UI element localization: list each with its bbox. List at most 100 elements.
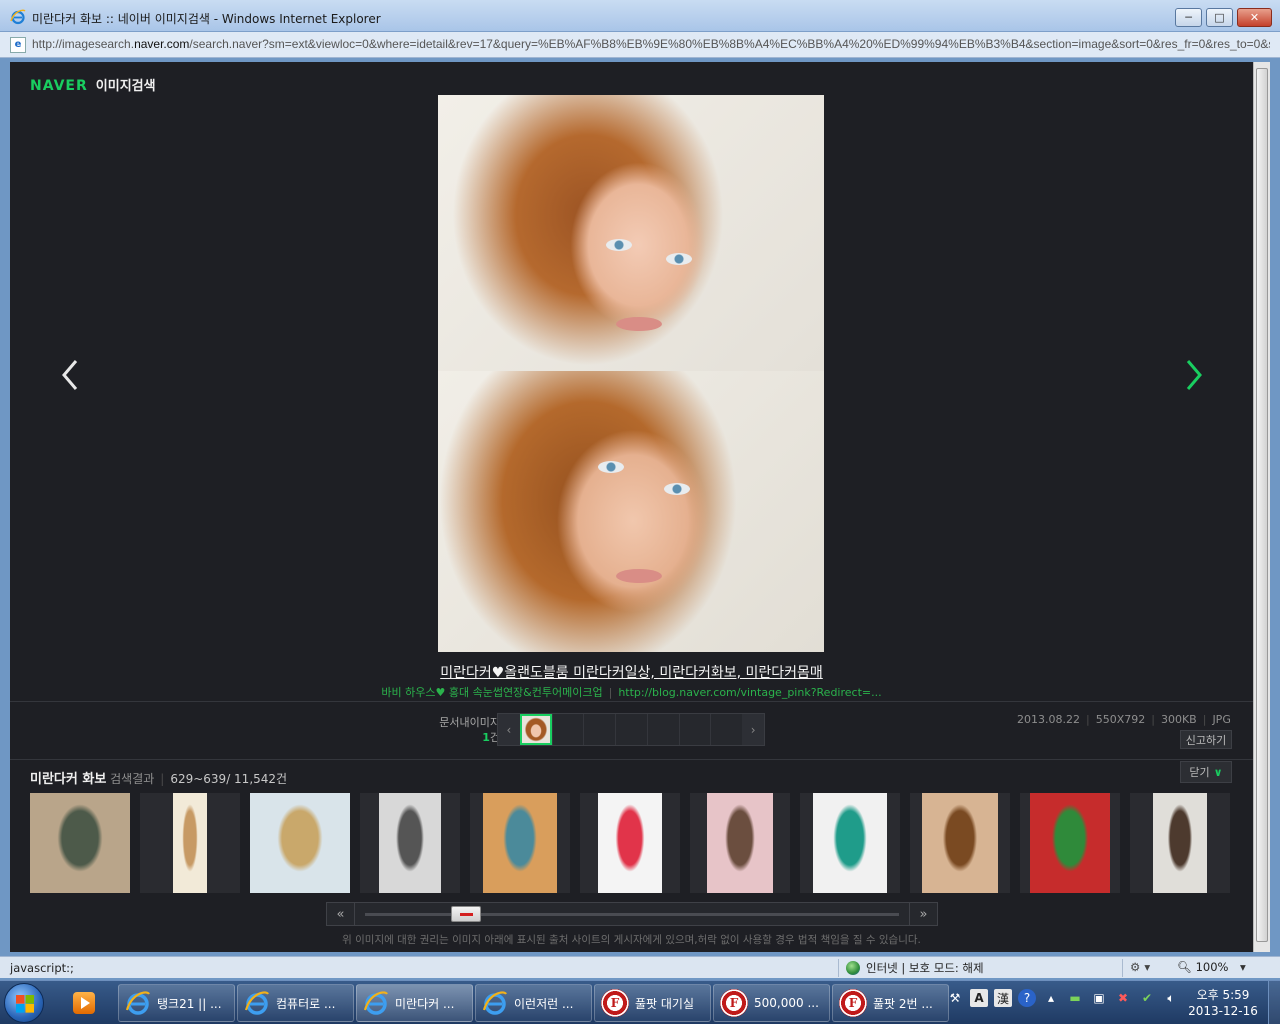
document-title-link[interactable]: 미란다커♥올랜도블룸 미란다커일상, 미란다커화보, 미란다커몸매 <box>440 665 823 681</box>
image-meta: 2013.08.22 | 550X792 | 300KB | JPG <box>1017 713 1231 726</box>
document-image-slot <box>710 714 742 745</box>
document-images-title: 문서내이미지 <box>439 716 500 729</box>
help-icon[interactable]: ? <box>1018 989 1036 1007</box>
slider-last-icon[interactable]: » <box>909 903 937 925</box>
taskbar-task-button[interactable]: F 500,000 ... <box>713 984 830 1022</box>
photo-bottom <box>438 371 824 652</box>
media-player-button[interactable] <box>66 987 102 1019</box>
tray-monitor-icon[interactable]: ▣ <box>1090 989 1108 1007</box>
slider-track[interactable] <box>365 906 899 922</box>
clock-date: 2013-12-16 <box>1188 1004 1258 1018</box>
taskbar-task-button[interactable]: 미란다커 ... <box>356 984 473 1022</box>
zoom-level: 100% <box>1195 960 1229 974</box>
minimize-button[interactable]: ─ <box>1175 8 1202 27</box>
security-zone[interactable]: 인터넷 | 보호 모드: 해제 <box>846 960 984 976</box>
clock[interactable]: 오후 5:59 2013-12-16 <box>1180 987 1266 1019</box>
document-image-slot <box>678 714 711 745</box>
scrollbar-thumb[interactable] <box>1256 68 1268 942</box>
result-thumbnails <box>30 793 1240 893</box>
address-url[interactable]: http://imagesearch.naver.com/search.nave… <box>32 37 1270 51</box>
window-frame-left <box>0 58 10 956</box>
divider <box>10 759 1253 760</box>
result-thumbnail-image <box>922 793 998 893</box>
result-thumbnail[interactable] <box>580 793 680 893</box>
result-thumbnail-image <box>250 793 350 893</box>
document-image-thumb[interactable] <box>519 714 552 745</box>
show-desktop-button[interactable] <box>1268 981 1280 1024</box>
volume-icon[interactable]: 🔈︎ <box>1162 989 1180 1007</box>
tray-app-icon[interactable]: ▬ <box>1066 989 1084 1007</box>
network-disconnected-icon[interactable]: ✖ <box>1114 989 1132 1007</box>
source-separator: | <box>608 686 613 699</box>
tray-expand-icon[interactable]: ▴ <box>1042 989 1060 1007</box>
result-thumbnail-image <box>483 793 557 893</box>
close-window-button[interactable]: ✕ <box>1237 8 1272 27</box>
taskbar-task-button[interactable]: 탱크21 || ... <box>118 984 235 1022</box>
previous-image-arrow-icon[interactable] <box>58 357 82 393</box>
url-prefix: http://imagesearch. <box>32 37 135 51</box>
document-images-label: 문서내이미지 1건 <box>420 715 500 745</box>
naver-logo[interactable]: NAVER 이미지검색 <box>30 75 156 94</box>
image-format: JPG <box>1212 713 1231 726</box>
document-images-strip: ‹ › <box>497 713 765 746</box>
shield-icon: ⚙ <box>1130 960 1141 974</box>
taskbar-task-label: 컴퓨터로 ... <box>276 996 336 1011</box>
strip-next-arrow-icon[interactable]: › <box>742 714 765 745</box>
result-thumbnail[interactable] <box>250 793 350 893</box>
result-thumbnail[interactable] <box>140 793 240 893</box>
taskbar-task-label: 풀팟 2번 ... <box>873 996 933 1011</box>
taskbar-task-button[interactable]: 이런저런 ... <box>475 984 592 1022</box>
results-header: 미란다커 화보 검색결과 | 629~639/ 11,542건 <box>30 772 288 787</box>
ime-hanja-icon[interactable]: 漢 <box>994 989 1012 1007</box>
image-filesize: 300KB <box>1160 713 1197 726</box>
dropdown-arrow-icon: ▾ <box>1144 960 1151 974</box>
ime-english-icon[interactable]: A <box>970 989 988 1007</box>
result-thumbnail[interactable] <box>30 793 130 893</box>
internet-explorer-icon <box>125 991 150 1015</box>
service-name[interactable]: 이미지검색 <box>96 75 156 94</box>
result-thumbnail[interactable] <box>360 793 460 893</box>
main-image[interactable] <box>438 95 824 652</box>
results-suffix: 검색결과 <box>106 772 155 786</box>
slider-handle[interactable] <box>451 906 481 922</box>
taskbar-task-button[interactable]: F 풀팟 2번 ... <box>832 984 949 1022</box>
result-thumbnail[interactable] <box>910 793 1010 893</box>
taskbar-task-label: 풀팟 대기실 <box>635 996 695 1011</box>
document-image-slot <box>551 714 584 745</box>
next-image-arrow-icon[interactable] <box>1182 357 1206 393</box>
naver-wordmark[interactable]: NAVER <box>30 78 88 94</box>
close-results-button[interactable]: 닫기 ∨ <box>1180 761 1232 783</box>
start-button[interactable] <box>4 983 44 1023</box>
chevron-down-icon: ∨ <box>1213 765 1223 779</box>
taskbar-task-button[interactable]: 컴퓨터로 ... <box>237 984 354 1022</box>
tray-network-icon[interactable]: ⚒ <box>946 989 964 1007</box>
maximize-button[interactable]: □ <box>1206 8 1233 27</box>
result-thumbnail[interactable] <box>470 793 570 893</box>
globe-icon <box>846 961 860 975</box>
eye-left <box>598 461 624 473</box>
results-range: 629~639/ 11,542건 <box>170 772 288 786</box>
source-url-link[interactable]: http://blog.naver.com/vintage_pink?Redir… <box>618 686 881 699</box>
results-query: 미란다커 화보 <box>30 772 107 787</box>
slider-first-icon[interactable]: « <box>327 903 355 925</box>
source-name-link[interactable]: 바비 하우스♥ 홍대 속눈썹연장&컨투어메이크업 <box>381 686 602 699</box>
media-player-icon <box>73 992 95 1014</box>
url-domain: naver.com <box>134 37 190 51</box>
result-thumbnail-image <box>30 793 130 893</box>
results-slider[interactable]: « » <box>326 902 938 926</box>
result-thumbnail[interactable] <box>800 793 900 893</box>
tray-check-icon[interactable]: ✔ <box>1138 989 1156 1007</box>
vertical-scrollbar[interactable] <box>1253 62 1270 952</box>
protected-mode-control[interactable]: ⚙ ▾ <box>1130 960 1150 974</box>
poker-chip-icon: F <box>839 989 867 1017</box>
result-thumbnail[interactable] <box>1020 793 1120 893</box>
report-button[interactable]: 신고하기 <box>1180 730 1232 749</box>
zoom-control[interactable]: 🔍︎ 100% <box>1177 960 1229 974</box>
result-thumbnail[interactable] <box>690 793 790 893</box>
page-icon: e <box>10 37 26 53</box>
result-thumbnail[interactable] <box>1130 793 1230 893</box>
taskbar-task-button[interactable]: F 풀팟 대기실 <box>594 984 711 1022</box>
document-images-count: 1 <box>482 731 490 744</box>
strip-prev-arrow-icon[interactable]: ‹ <box>498 714 520 745</box>
zoom-dropdown-icon[interactable]: ▾ <box>1240 960 1246 974</box>
